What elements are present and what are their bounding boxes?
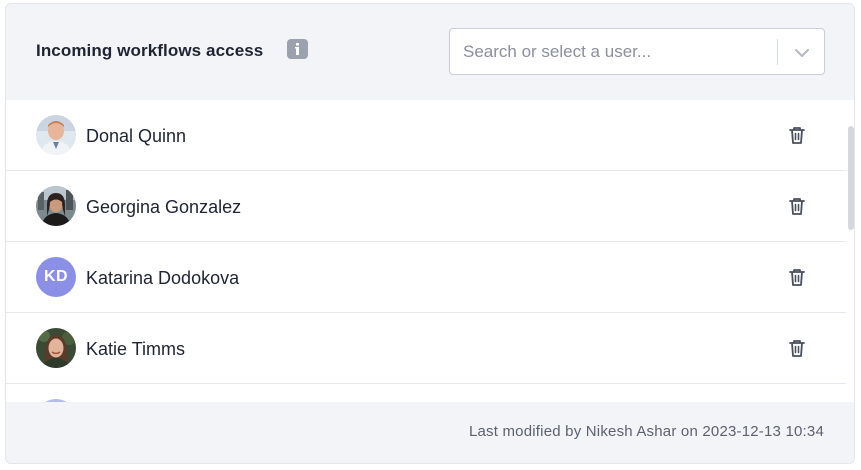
- avatar: [36, 399, 76, 402]
- user-row-partial: [6, 384, 846, 402]
- user-search-placeholder: Search or select a user...: [463, 42, 652, 61]
- panel-header: Incoming workflows access Search or sele…: [6, 4, 854, 100]
- panel-title: Incoming workflows access: [36, 41, 264, 60]
- trash-icon[interactable]: [786, 337, 808, 359]
- trash-icon[interactable]: [786, 195, 808, 217]
- avatar: [36, 328, 76, 368]
- info-icon[interactable]: [287, 39, 308, 59]
- user-row: Katie Timms: [6, 313, 846, 384]
- avatar-initials: KD: [36, 257, 76, 297]
- user-row: Georgina Gonzalez: [6, 171, 846, 242]
- last-modified-text: Last modified by Nikesh Ashar on 2023-12…: [468, 423, 824, 440]
- trash-icon[interactable]: [786, 124, 808, 146]
- user-name: Katarina Dodokova: [86, 268, 240, 288]
- user-search-select[interactable]: Search or select a user...: [449, 28, 825, 75]
- user-row: KD Katarina Dodokova: [6, 242, 846, 313]
- select-divider: [777, 39, 778, 65]
- user-name: Katie Timms: [86, 339, 186, 359]
- chevron-down-icon[interactable]: [791, 42, 813, 64]
- user-name: Georgina Gonzalez: [86, 197, 242, 217]
- user-access-list[interactable]: Donal Quinn Georgina Gonzalez KD Katarin…: [6, 100, 854, 402]
- user-name: Donal Quinn: [86, 126, 187, 146]
- user-row: Donal Quinn: [6, 100, 846, 171]
- avatar: [36, 186, 76, 226]
- avatar: [36, 115, 76, 155]
- scrollbar-thumb[interactable]: [848, 126, 854, 230]
- workflows-access-panel: Incoming workflows access Search or sele…: [5, 3, 855, 464]
- trash-icon[interactable]: [786, 266, 808, 288]
